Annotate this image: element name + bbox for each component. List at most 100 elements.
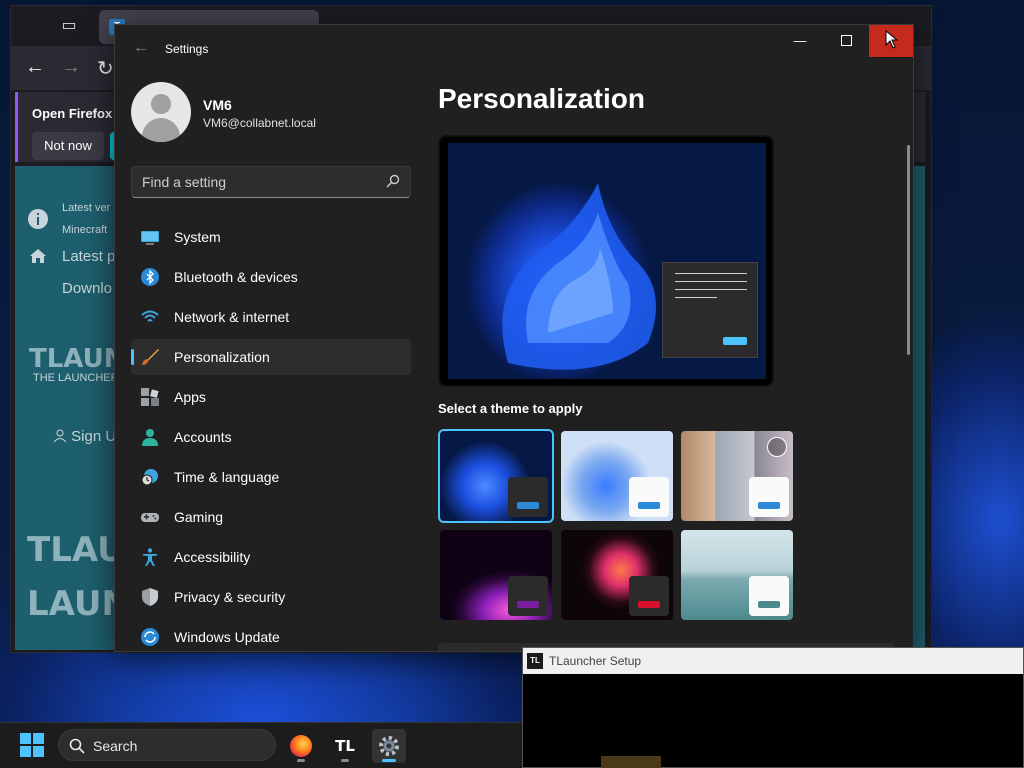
spotlight-icon bbox=[767, 437, 787, 457]
tlauncher-setup-window[interactable]: TL TLauncher Setup bbox=[522, 647, 1024, 768]
windows-logo-icon bbox=[20, 746, 31, 757]
gear-icon bbox=[379, 736, 399, 756]
tlauncher-app-icon: TL bbox=[527, 653, 543, 669]
theme-badge bbox=[749, 576, 789, 616]
running-indicator bbox=[297, 759, 305, 762]
running-indicator bbox=[341, 759, 349, 762]
nav-item-accounts[interactable]: Accounts bbox=[131, 419, 411, 455]
nav-item-network[interactable]: Network & internet bbox=[131, 299, 411, 335]
settings-window[interactable]: ← Settings — VM6 VM6@collabnet.local Sys… bbox=[114, 24, 914, 652]
taskbar-search-box[interactable]: Search bbox=[58, 729, 276, 761]
windows-logo-icon bbox=[33, 733, 44, 744]
search-input[interactable] bbox=[142, 174, 372, 190]
tlauncher-heading-1: TLAU bbox=[27, 530, 125, 570]
gamepad-icon bbox=[141, 513, 159, 522]
nav-label-system: System bbox=[174, 229, 221, 245]
nav-item-windows-update[interactable]: Windows Update bbox=[131, 619, 411, 651]
nav-item-gaming[interactable]: Gaming bbox=[131, 499, 411, 535]
theme-flow[interactable] bbox=[681, 530, 793, 620]
taskbar-firefox[interactable] bbox=[284, 729, 318, 763]
nav-item-time-language[interactable]: Time & language bbox=[131, 459, 411, 495]
latest-version-text: Latest ver bbox=[62, 202, 111, 214]
shield-icon bbox=[142, 588, 158, 606]
taskbar-settings[interactable] bbox=[372, 729, 406, 763]
maximize-icon bbox=[840, 35, 852, 46]
search-icon bbox=[69, 738, 85, 754]
page-title: Personalization bbox=[438, 83, 645, 114]
theme-glow[interactable] bbox=[440, 530, 552, 620]
theme-badge bbox=[629, 477, 669, 517]
avatar-head bbox=[151, 94, 171, 114]
update-icon bbox=[141, 628, 159, 646]
tlauncher-setup-titlebar[interactable]: TL TLauncher Setup bbox=[523, 648, 1023, 674]
profile-name: VM6 bbox=[203, 97, 232, 113]
minecraft-text: Minecraft bbox=[62, 224, 108, 236]
search-icon[interactable] bbox=[386, 174, 400, 188]
person-icon bbox=[142, 429, 158, 446]
theme-spotlight[interactable] bbox=[681, 431, 793, 521]
profile-email: VM6@collabnet.local bbox=[203, 116, 316, 130]
find-setting-search-box[interactable] bbox=[131, 166, 411, 198]
preview-accent-button bbox=[723, 337, 747, 345]
theme-badge bbox=[749, 477, 789, 517]
nav-item-system[interactable]: System bbox=[131, 219, 411, 255]
home-icon bbox=[30, 249, 46, 263]
back-arrow-icon[interactable]: ← bbox=[133, 39, 149, 57]
nav-label-bluetooth: Bluetooth & devices bbox=[174, 269, 298, 285]
nav-item-privacy-security[interactable]: Privacy & security bbox=[131, 579, 411, 615]
settings-titlebar[interactable]: ← Settings — bbox=[115, 25, 913, 73]
maximize-button[interactable] bbox=[823, 25, 869, 57]
nav-label-apps: Apps bbox=[174, 389, 206, 405]
info-icon bbox=[28, 209, 48, 229]
apps-icon bbox=[141, 388, 159, 406]
not-now-button[interactable]: Not now bbox=[32, 132, 104, 160]
sign-up-link[interactable]: Sign U bbox=[53, 428, 116, 445]
accessibility-icon bbox=[143, 548, 157, 566]
close-button[interactable] bbox=[869, 25, 913, 57]
clock-globe-icon bbox=[141, 469, 158, 486]
wifi-icon bbox=[141, 310, 159, 322]
firefox-icon bbox=[290, 735, 312, 757]
latest-link[interactable]: Latest p bbox=[62, 248, 115, 265]
nav-label-privacy-security: Privacy & security bbox=[174, 589, 286, 605]
taskbar: Search TL bbox=[0, 722, 522, 768]
theme-windows-dark[interactable] bbox=[438, 429, 554, 523]
reload-icon[interactable]: ↻ bbox=[97, 56, 114, 81]
firefox-view-icon[interactable]: ▭ bbox=[57, 14, 81, 38]
preview-line bbox=[675, 281, 747, 282]
avatar[interactable] bbox=[131, 82, 191, 142]
nav-label-personalization: Personalization bbox=[174, 349, 270, 365]
tlauncher-tagline: THE LAUNCHER bbox=[33, 372, 119, 384]
avatar-body bbox=[142, 118, 180, 142]
theme-windows-light[interactable] bbox=[561, 431, 673, 521]
preview-sample-window bbox=[662, 262, 758, 358]
taskbar-search-label: Search bbox=[93, 738, 138, 754]
start-button[interactable] bbox=[20, 733, 44, 757]
back-icon[interactable]: ← bbox=[25, 56, 45, 79]
content-scrollbar[interactable] bbox=[907, 145, 910, 355]
forward-icon[interactable]: → bbox=[61, 56, 81, 79]
preview-line bbox=[675, 273, 747, 274]
taskbar-tlauncher[interactable]: TL bbox=[328, 729, 362, 763]
nav-label-accessibility: Accessibility bbox=[174, 549, 251, 565]
nav-item-apps[interactable]: Apps bbox=[131, 379, 411, 415]
preview-line bbox=[675, 297, 717, 298]
themes-section-label: Select a theme to apply bbox=[438, 401, 583, 416]
theme-badge bbox=[508, 477, 548, 517]
active-indicator bbox=[382, 759, 396, 762]
bluetooth-icon bbox=[141, 268, 159, 286]
download-link[interactable]: Downlo bbox=[62, 280, 112, 297]
theme-badge bbox=[508, 576, 548, 616]
nav-item-bluetooth[interactable]: Bluetooth & devices bbox=[131, 259, 411, 295]
nav-label-gaming: Gaming bbox=[174, 509, 224, 525]
paintbrush-icon bbox=[142, 349, 159, 365]
nav-item-personalization[interactable]: Personalization bbox=[131, 339, 411, 375]
window-title: Settings bbox=[165, 42, 209, 56]
theme-captured-motion[interactable] bbox=[561, 530, 673, 620]
nav-label-accounts: Accounts bbox=[174, 429, 232, 445]
preview-line bbox=[675, 289, 747, 290]
sign-up-text: Sign U bbox=[71, 428, 117, 445]
windows-logo-icon bbox=[20, 733, 31, 744]
minimize-button[interactable]: — bbox=[777, 25, 823, 57]
nav-item-accessibility[interactable]: Accessibility bbox=[131, 539, 411, 575]
